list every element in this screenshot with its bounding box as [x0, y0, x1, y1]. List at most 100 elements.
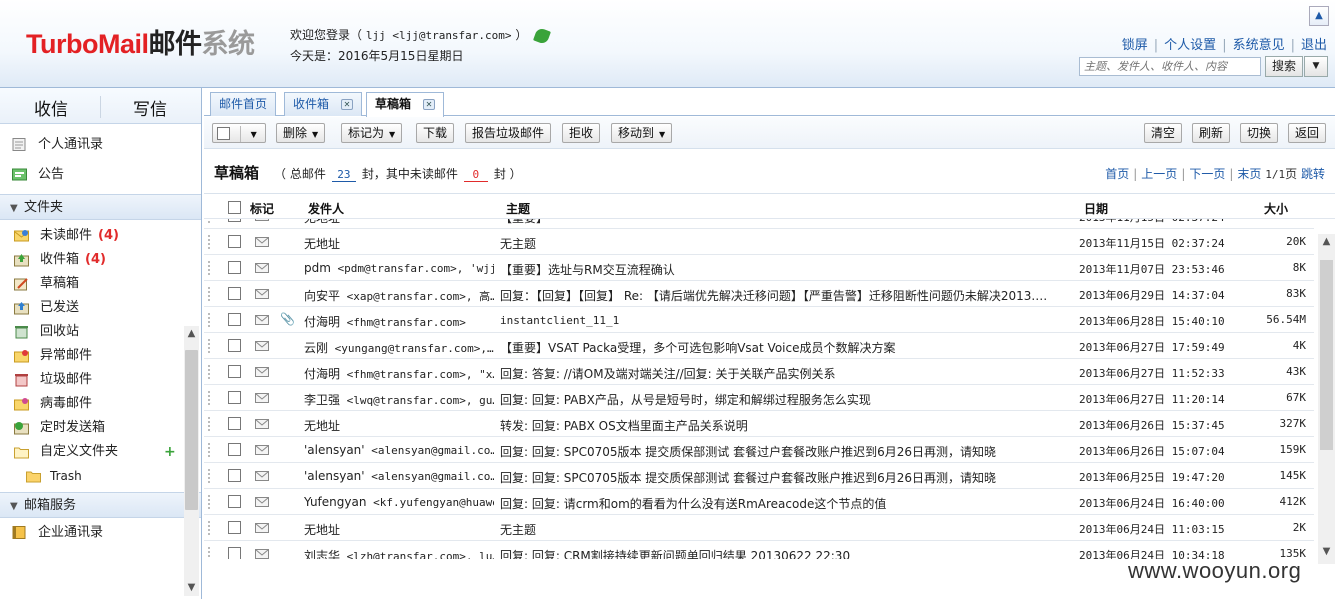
- row-checkbox[interactable]: [228, 219, 241, 222]
- drag-handle-icon[interactable]: [208, 287, 212, 301]
- scroll-up-icon[interactable]: ▲: [184, 326, 199, 342]
- folder-unread[interactable]: 未读邮件 (4): [0, 224, 201, 248]
- drag-handle-icon[interactable]: [208, 339, 212, 353]
- switch-view-button[interactable]: 切换: [1240, 123, 1279, 143]
- drag-handle-icon[interactable]: [208, 521, 212, 535]
- select-all-checkbox[interactable]: [217, 127, 230, 140]
- table-row[interactable]: 无地址 无主题 2013年11月15日 02:37:24 20K: [204, 229, 1314, 255]
- table-row[interactable]: 'alensyan' <alensyan@gmail.co… 回复: 回复: SP…: [204, 463, 1314, 489]
- row-checkbox[interactable]: [228, 339, 241, 352]
- table-row[interactable]: 向安平 <xap@transfar.com>, 高… 回复：【回复】【回复】 Re…: [204, 281, 1314, 307]
- row-subject[interactable]: 【重要】选址与RM交互流程确认: [500, 261, 1072, 278]
- folder-virus[interactable]: 病毒邮件: [0, 392, 201, 416]
- folder-custom-trash[interactable]: Trash: [0, 464, 201, 488]
- sidebar-item-corporate-contacts[interactable]: 企业通讯录: [0, 518, 201, 548]
- table-row[interactable]: Yufengyan <kf.yufengyan@huawe… 回复: 回复: 请c…: [204, 489, 1314, 515]
- row-checkbox[interactable]: [228, 391, 241, 404]
- delete-button[interactable]: 删除 ▼: [276, 123, 326, 143]
- drag-handle-icon[interactable]: [208, 391, 212, 405]
- row-checkbox[interactable]: [228, 495, 241, 508]
- folder-inbox[interactable]: 收件箱 (4): [0, 248, 201, 272]
- prev-page-link[interactable]: 上一页: [1141, 167, 1177, 181]
- row-subject[interactable]: 回复: 答复: //请OM及端对端关注//回复: 关于关联产品实例关系: [500, 365, 1072, 382]
- row-subject[interactable]: 【重要】: [500, 219, 1072, 226]
- drag-handle-icon[interactable]: [208, 443, 212, 457]
- sidebar-scrollbar[interactable]: ▲ ▼: [184, 326, 199, 596]
- column-subject[interactable]: 主题: [506, 200, 530, 217]
- row-subject[interactable]: 回复：【回复】【回复】 Re: 【请后端优先解决迁移问题】【严重告警】迁移阻断性…: [500, 287, 1072, 304]
- table-row[interactable]: 云刚 <yungang@transfar.com>,… 【重要】VSAT Pack…: [204, 333, 1314, 359]
- drag-handle-icon[interactable]: [208, 219, 212, 223]
- row-checkbox[interactable]: [228, 235, 241, 248]
- drag-handle-icon[interactable]: [208, 313, 212, 327]
- row-checkbox[interactable]: [228, 443, 241, 456]
- mark-as-button[interactable]: 标记为 ▼: [341, 123, 403, 143]
- row-subject[interactable]: 回复: 回复: SPC0705版本 提交质保部测试 套餐过户套餐改账户推迟到6月…: [500, 469, 1072, 486]
- search-options-dropdown[interactable]: ▼: [1304, 56, 1328, 77]
- row-checkbox[interactable]: [228, 469, 241, 482]
- logout-link[interactable]: 退出: [1301, 38, 1327, 53]
- reject-button[interactable]: 拒收: [562, 123, 601, 143]
- close-tab-icon[interactable]: ✕: [423, 99, 436, 110]
- drag-handle-icon[interactable]: [208, 261, 212, 275]
- drag-handle-icon[interactable]: [208, 547, 212, 559]
- column-size[interactable]: 大小: [1264, 200, 1288, 217]
- row-subject[interactable]: 回复: 回复: CRM割接持续更新问题单回归结果 20130622 22:30: [500, 547, 1072, 559]
- scroll-down-icon[interactable]: ▼: [184, 580, 199, 596]
- column-mark[interactable]: 标记: [250, 200, 274, 217]
- folder-scheduled[interactable]: 定时发送箱: [0, 416, 201, 440]
- first-page-link[interactable]: 首页: [1105, 167, 1129, 181]
- drag-handle-icon[interactable]: [208, 469, 212, 483]
- report-spam-button[interactable]: 报告垃圾邮件: [465, 123, 552, 143]
- lock-screen-link[interactable]: 锁屏: [1122, 38, 1148, 53]
- folder-spam[interactable]: 垃圾邮件: [0, 368, 201, 392]
- row-subject[interactable]: 无主题: [500, 235, 1072, 252]
- row-checkbox[interactable]: [228, 287, 241, 300]
- select-all-dropdown[interactable]: ▼: [212, 123, 266, 143]
- row-checkbox[interactable]: [228, 417, 241, 430]
- receive-mail-button[interactable]: 收信: [34, 95, 68, 120]
- folder-trash-bin[interactable]: 回收站: [0, 320, 201, 344]
- tab-drafts[interactable]: 草稿箱 ✕: [366, 92, 445, 117]
- drag-handle-icon[interactable]: [208, 495, 212, 509]
- collapse-header-button[interactable]: ▲: [1309, 6, 1329, 26]
- row-subject[interactable]: 回复: 回复: 请crm和om的看看为什么没有送RmAreacode这个节点的值: [500, 495, 1072, 512]
- table-row[interactable]: 刘志华 <lzh@transfar.com>, lu… 回复: 回复: CRM割接…: [204, 541, 1314, 559]
- select-all-rows-checkbox[interactable]: [228, 201, 241, 214]
- row-checkbox[interactable]: [228, 365, 241, 378]
- system-feedback-link[interactable]: 系统意见: [1233, 38, 1285, 53]
- row-checkbox[interactable]: [228, 313, 241, 326]
- row-subject[interactable]: 【重要】VSAT Packa受理，多个可选包影响Vsat Voice成员个数解决…: [500, 339, 1072, 356]
- table-row[interactable]: 无地址【重要】 2013年11月15日 02:37:24 1K: [204, 219, 1314, 229]
- search-input[interactable]: [1079, 57, 1261, 76]
- write-mail-button[interactable]: 写信: [133, 95, 167, 120]
- scroll-down-icon[interactable]: ▼: [1318, 546, 1335, 562]
- table-row[interactable]: 无地址 转发: 回复: PABX OS文档里面主产品关系说明 2013年06月26日…: [204, 411, 1314, 437]
- row-subject[interactable]: instantclient_11_1: [500, 313, 1072, 327]
- row-subject[interactable]: 无主题: [500, 521, 1072, 538]
- folder-drafts[interactable]: 草稿箱: [0, 272, 201, 296]
- row-subject[interactable]: 转发: 回复: PABX OS文档里面主产品关系说明: [500, 417, 1072, 434]
- sidebar-item-contacts[interactable]: 个人通讯录: [0, 130, 201, 160]
- close-tab-icon[interactable]: ✕: [341, 99, 354, 110]
- drag-handle-icon[interactable]: [208, 365, 212, 379]
- mail-list-scrollbar[interactable]: ▲ ▼: [1318, 234, 1335, 564]
- row-checkbox[interactable]: [228, 261, 241, 274]
- scroll-up-icon[interactable]: ▲: [1318, 236, 1335, 252]
- table-row[interactable]: 付海明 <fhm@transfar.com>, "x… 回复: 答复: //请OM…: [204, 359, 1314, 385]
- table-row[interactable]: 📎 付海明 <fhm@transfar.com> instantclient_11_…: [204, 307, 1314, 333]
- tab-inbox[interactable]: 收件箱 ✕: [284, 92, 363, 116]
- folder-custom[interactable]: 自定义文件夹 +: [0, 440, 201, 464]
- row-checkbox[interactable]: [228, 521, 241, 534]
- online-status-icon[interactable]: [533, 26, 552, 45]
- unread-mail-count[interactable]: 0: [463, 168, 488, 182]
- jump-page-link[interactable]: 跳转: [1301, 167, 1325, 181]
- personal-settings-link[interactable]: 个人设置: [1164, 38, 1216, 53]
- folder-sent[interactable]: 已发送: [0, 296, 201, 320]
- add-folder-icon[interactable]: +: [164, 440, 176, 464]
- row-subject[interactable]: 回复: 回复: SPC0705版本 提交质保部测试 套餐过户套餐改账户推迟到6月…: [500, 443, 1072, 460]
- table-row[interactable]: 李卫强 <lwq@transfar.com>, gu… 回复: 回复: PABX产…: [204, 385, 1314, 411]
- drag-handle-icon[interactable]: [208, 417, 212, 431]
- column-from[interactable]: 发件人: [308, 200, 344, 217]
- column-date[interactable]: 日期: [1084, 200, 1108, 217]
